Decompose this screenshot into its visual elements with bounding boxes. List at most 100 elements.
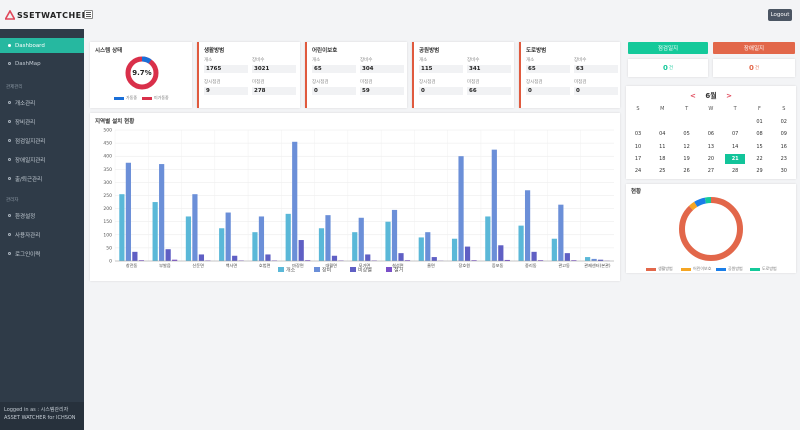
stat-value: 341	[467, 65, 511, 73]
calendar-day[interactable]: 11	[652, 142, 672, 152]
calendar-day[interactable]: 25	[652, 166, 672, 176]
calendar-day[interactable]: 17	[628, 154, 648, 164]
sidebar-item-label: Dashboard	[15, 42, 45, 49]
menu-toggle-button[interactable]	[84, 10, 93, 19]
bar-장비	[225, 212, 231, 261]
logo-text: SSETWATCHER	[17, 10, 89, 20]
stat-value: 66	[467, 87, 511, 95]
stat-label: 미점검	[360, 80, 373, 85]
logo-triangle-icon	[5, 10, 15, 20]
calendar-day[interactable]: 23	[774, 154, 794, 164]
stat-value: 65	[312, 65, 356, 73]
logout-button[interactable]: Logout	[768, 9, 792, 21]
sidebar-item-equipment[interactable]: 장비관리	[0, 114, 84, 129]
circle-icon	[8, 252, 11, 255]
stat-label: 개소	[204, 58, 213, 63]
fault-count[interactable]: 0건	[713, 59, 795, 77]
calendar-day[interactable]: 03	[628, 129, 648, 139]
bar-장비	[292, 141, 298, 261]
stat-label: 장시점검	[204, 80, 221, 85]
bar-비상벨	[265, 254, 271, 261]
calendar-weekday: W	[708, 106, 714, 112]
calendar-day[interactable]: 09	[774, 129, 794, 139]
calendar-day[interactable]: 18	[652, 154, 672, 164]
calendar-day[interactable]: 05	[677, 129, 697, 139]
stat-label: 개소	[312, 58, 321, 63]
circle-icon	[8, 158, 11, 161]
calendar-day[interactable]: 16	[774, 142, 794, 152]
calendar-day[interactable]: 29	[750, 166, 770, 176]
calendar-day[interactable]: 19	[677, 154, 697, 164]
calendar-day[interactable]: 12	[677, 142, 697, 152]
bar-비상벨	[498, 245, 504, 261]
bar-개소	[551, 238, 557, 261]
calendar-day[interactable]: 15	[750, 142, 770, 152]
sidebar-item-label: 환경설정	[15, 213, 36, 220]
fault-log-button[interactable]: 장애일지	[713, 42, 795, 54]
sidebar-item-users[interactable]: 사용자관리	[0, 227, 84, 242]
bar-장비	[425, 232, 431, 261]
calendar-day[interactable]: 13	[701, 142, 721, 152]
calendar-weekday: S	[636, 106, 640, 112]
stat-cell: 장비수 304	[360, 57, 404, 73]
bar-비상벨	[232, 255, 238, 261]
bar-비상벨	[331, 255, 338, 261]
calendar-weekday: T	[733, 106, 737, 112]
stat-cell: 장시점검 0	[419, 79, 463, 95]
calendar-day[interactable]: 22	[750, 154, 770, 164]
calendar-day[interactable]: 04	[652, 129, 672, 139]
inspection-log-button[interactable]: 점검일지	[628, 42, 708, 54]
stat-value: 278	[252, 87, 296, 95]
stat-label: 장비수	[574, 58, 587, 63]
calendar-weekday: S	[782, 106, 786, 112]
calendar-day[interactable]: 02	[774, 117, 794, 127]
app-logo[interactable]: SSETWATCHER	[5, 10, 88, 20]
stat-card-title: 어린이보호	[312, 48, 338, 54]
sidebar-item-dashboard[interactable]: Dashboard	[0, 38, 84, 53]
calendar-day[interactable]: 30	[774, 166, 794, 176]
y-tick-label: 150	[103, 219, 112, 225]
calendar-day[interactable]: 01	[750, 117, 770, 127]
stat-cell: 장비수 3021	[252, 57, 296, 73]
system-status-card: 시스템 상태 9.7% 가동중 미가동중	[90, 42, 192, 108]
sidebar-item-dashmap[interactable]: DashMap	[0, 56, 84, 71]
sidebar-item-fault[interactable]: 장애일지관리	[0, 152, 84, 167]
status-donut-card: 현황 생활방범 어린이보호 공원방범 도로방범	[626, 184, 796, 273]
calendar-day[interactable]: 26	[677, 166, 697, 176]
calendar-day[interactable]: 08	[750, 129, 770, 139]
sidebar-item-login-history[interactable]: 로그인이력	[0, 246, 84, 261]
bar-비상벨	[132, 251, 138, 261]
calendar-prev-button[interactable]: <	[690, 92, 696, 100]
calendar-day[interactable]: 14	[725, 142, 745, 152]
legend-label: 어린이보호	[693, 266, 712, 271]
sidebar-item-inspection[interactable]: 점검일지관리	[0, 133, 84, 148]
sidebar-item-site[interactable]: 개소관리	[0, 95, 84, 110]
sidebar-item-settings[interactable]: 환경설정	[0, 208, 84, 223]
bar-비상벨	[531, 251, 537, 261]
x-tick-label: 부발읍	[159, 262, 171, 269]
region-bar-chart: 0 50 100 150 200 250 300 350 400 450 500 창전동 부발읍 신둔면 백…	[103, 128, 614, 274]
calendar-next-button[interactable]: >	[726, 92, 732, 100]
calendar-day[interactable]: 10	[628, 142, 648, 152]
calendar-day[interactable]: 28	[725, 166, 745, 176]
y-tick-label: 400	[103, 154, 112, 160]
calendar-day[interactable]: 07	[725, 129, 745, 139]
bar-비상벨	[431, 257, 437, 261]
sidebar-item-attendance[interactable]: 출/퇴근관리	[0, 171, 84, 186]
calendar-day[interactable]: 06	[701, 129, 721, 139]
x-tick-label: 장호원	[459, 262, 471, 268]
legend-label: 비상벨	[358, 267, 372, 274]
stat-label: 개소	[526, 58, 535, 63]
calendar-day[interactable]: 20	[701, 154, 721, 164]
stat-value: 0	[526, 87, 570, 95]
stat-value: 115	[419, 65, 463, 73]
calendar-day[interactable]: 27	[701, 166, 721, 176]
bar-개소	[418, 237, 424, 261]
calendar-day-today[interactable]: 21	[725, 153, 746, 164]
inspection-count[interactable]: 0건	[628, 59, 708, 77]
bar-장비	[491, 149, 497, 261]
bar-비상벨	[464, 246, 471, 261]
calendar-day[interactable]: 24	[628, 166, 648, 176]
stat-label: 미점검	[574, 80, 587, 85]
legend-label: 도로방범	[762, 266, 777, 271]
